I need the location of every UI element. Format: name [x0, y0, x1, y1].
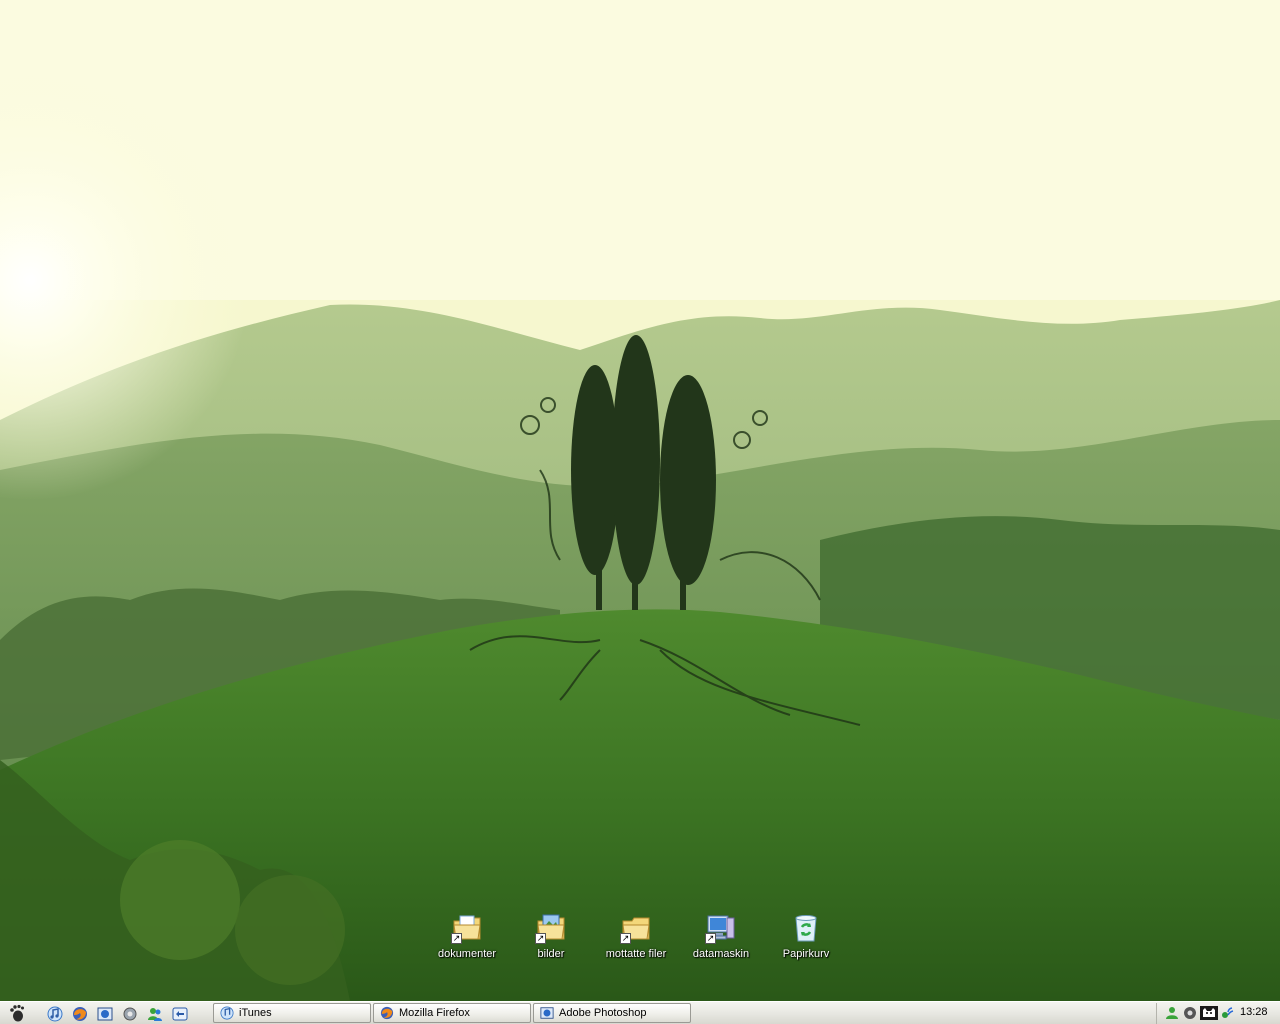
desktop-icon: [172, 1007, 187, 1020]
desktop-icon-label: Papirkurv: [782, 948, 830, 960]
volume-icon[interactable]: [1183, 1006, 1197, 1020]
firefox-icon: [380, 1006, 394, 1020]
quicklaunch-desktop[interactable]: [171, 1005, 188, 1022]
wallpaper-landscape: [0, 0, 1280, 1001]
received-files-folder-icon: ↗: [620, 912, 652, 944]
photoshop-icon: [540, 1007, 554, 1019]
gnome-foot-icon: [10, 1004, 24, 1022]
settings-icon: [123, 1007, 136, 1020]
computer-icon: ↗: [705, 912, 737, 944]
task-label: Adobe Photoshop: [559, 1007, 647, 1019]
desktop-icon-label: dokumenter: [437, 948, 497, 960]
recycle-bin-icon: [790, 912, 822, 944]
taskbar: iTunes Mozilla Firefox Adobe Photoshop: [0, 1001, 1280, 1024]
desktop-icon-label: mottatte filer: [605, 948, 667, 960]
photoshop-icon: [97, 1007, 112, 1020]
quicklaunch-settings[interactable]: [121, 1005, 138, 1022]
task-button-photoshop[interactable]: Adobe Photoshop: [533, 1003, 691, 1023]
quicklaunch-firefox[interactable]: [71, 1005, 88, 1022]
cat-icon[interactable]: [1200, 1006, 1218, 1020]
shortcut-arrow-icon: ↗: [705, 933, 716, 944]
pictures-folder-icon: ↗: [535, 912, 567, 944]
shortcut-arrow-icon: ↗: [451, 933, 462, 944]
desktop-icon-documents[interactable]: ↗ dokumenter: [424, 912, 510, 972]
shortcut-arrow-icon: ↗: [620, 933, 631, 944]
taskbar-clock[interactable]: 13:28: [1240, 1006, 1268, 1018]
start-button[interactable]: [4, 1004, 30, 1022]
task-button-firefox[interactable]: Mozilla Firefox: [373, 1003, 531, 1023]
documents-folder-icon: ↗: [451, 912, 483, 944]
itunes-icon: [47, 1006, 62, 1021]
desktop-icon-received-files[interactable]: ↗ mottatte filer: [593, 912, 679, 972]
task-button-itunes[interactable]: iTunes: [213, 1003, 371, 1023]
desktop-icon-pictures[interactable]: ↗ bilder: [508, 912, 594, 972]
network-icon[interactable]: [1220, 1006, 1234, 1020]
shortcut-arrow-icon: ↗: [535, 933, 546, 944]
quicklaunch-photoshop[interactable]: [96, 1005, 113, 1022]
messenger-status-icon[interactable]: [1165, 1006, 1179, 1020]
desktop-icon-label: bilder: [537, 948, 565, 960]
quicklaunch-itunes[interactable]: [46, 1005, 63, 1022]
task-label: iTunes: [239, 1007, 272, 1019]
messenger-icon: [147, 1007, 162, 1021]
desktop-icon-computer[interactable]: ↗ datamaskin: [678, 912, 764, 972]
task-label: Mozilla Firefox: [399, 1007, 470, 1019]
desktop-icon-label: datamaskin: [692, 948, 750, 960]
desktop: ↗ dokumenter ↗ bilder ↗ mottatte filer ↗…: [0, 0, 1280, 1001]
firefox-icon: [72, 1006, 87, 1021]
quicklaunch-messenger[interactable]: [146, 1005, 163, 1022]
itunes-icon: [220, 1006, 234, 1020]
desktop-icon-recycle-bin[interactable]: Papirkurv: [763, 912, 849, 972]
